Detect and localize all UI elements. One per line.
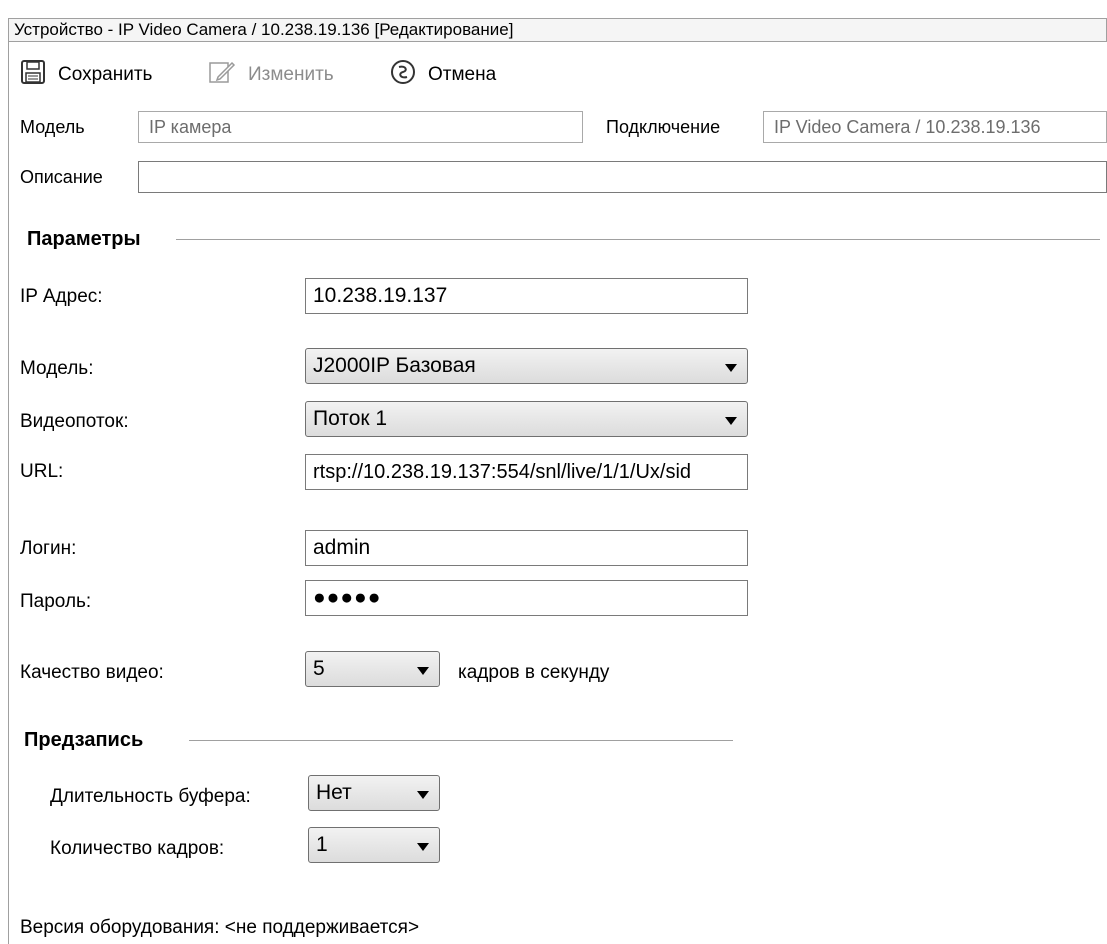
prerecord-divider — [189, 740, 733, 741]
url-label: URL: — [20, 461, 64, 482]
login-label: Логин: — [20, 538, 77, 559]
video-quality-label: Качество видео: — [20, 662, 164, 683]
buffer-duration-select[interactable]: Нет — [308, 775, 440, 811]
ip-address-input[interactable]: 10.238.19.137 — [305, 278, 748, 314]
floppy-disk-icon — [20, 59, 46, 91]
save-button[interactable]: Сохранить — [20, 60, 152, 90]
window-left-border — [8, 42, 9, 944]
chevron-down-icon — [417, 791, 429, 799]
prerecord-section-title: Предзапись — [24, 729, 144, 751]
cancel-circle-icon — [390, 59, 416, 91]
buffer-duration-label: Длительность буфера: — [50, 786, 251, 807]
video-quality-value: 5 — [313, 657, 325, 680]
edit-button[interactable]: Изменить — [208, 60, 334, 90]
password-input[interactable]: ●●●●● — [305, 580, 748, 616]
description-label: Описание — [20, 167, 103, 187]
frame-count-label: Количество кадров: — [50, 838, 225, 859]
chevron-down-icon — [417, 667, 429, 675]
cancel-button-label: Отмена — [428, 64, 497, 85]
device-model-select[interactable]: J2000IP Базовая — [305, 348, 748, 384]
chevron-down-icon — [725, 417, 737, 425]
buffer-duration-value: Нет — [316, 781, 352, 804]
description-field[interactable] — [138, 161, 1107, 193]
fps-unit-label: кадров в секунду — [458, 662, 610, 683]
save-button-label: Сохранить — [58, 64, 153, 85]
model-label: Модель — [20, 117, 85, 137]
video-stream-label: Видеопоток: — [20, 411, 129, 432]
parameters-divider — [176, 239, 1100, 240]
model-field[interactable]: IP камера — [138, 111, 583, 143]
connection-field[interactable]: IP Video Camera / 10.238.19.136 — [763, 111, 1107, 143]
device-model-label: Модель: — [20, 358, 94, 379]
cancel-button[interactable]: Отмена — [390, 60, 496, 90]
url-input[interactable]: rtsp://10.238.19.137:554/snl/live/1/1/Ux… — [305, 454, 748, 490]
login-input[interactable]: admin — [305, 530, 748, 566]
video-quality-select[interactable]: 5 — [305, 651, 440, 687]
device-model-value: J2000IP Базовая — [313, 354, 476, 377]
password-label: Пароль: — [20, 591, 92, 612]
hardware-version-text: Версия оборудования: <не поддерживается> — [20, 917, 420, 938]
parameters-section-title: Параметры — [27, 228, 141, 250]
window-title: Устройство - IP Video Camera / 10.238.19… — [8, 18, 1107, 42]
video-stream-value: Поток 1 — [313, 407, 388, 430]
chevron-down-icon — [417, 843, 429, 851]
edit-button-label: Изменить — [248, 64, 334, 85]
connection-label: Подключение — [606, 117, 721, 137]
pencil-icon — [208, 59, 236, 91]
ip-address-label: IP Адрес: — [20, 286, 103, 307]
frame-count-value: 1 — [316, 833, 328, 856]
frame-count-select[interactable]: 1 — [308, 827, 440, 863]
video-stream-select[interactable]: Поток 1 — [305, 401, 748, 437]
chevron-down-icon — [725, 364, 737, 372]
